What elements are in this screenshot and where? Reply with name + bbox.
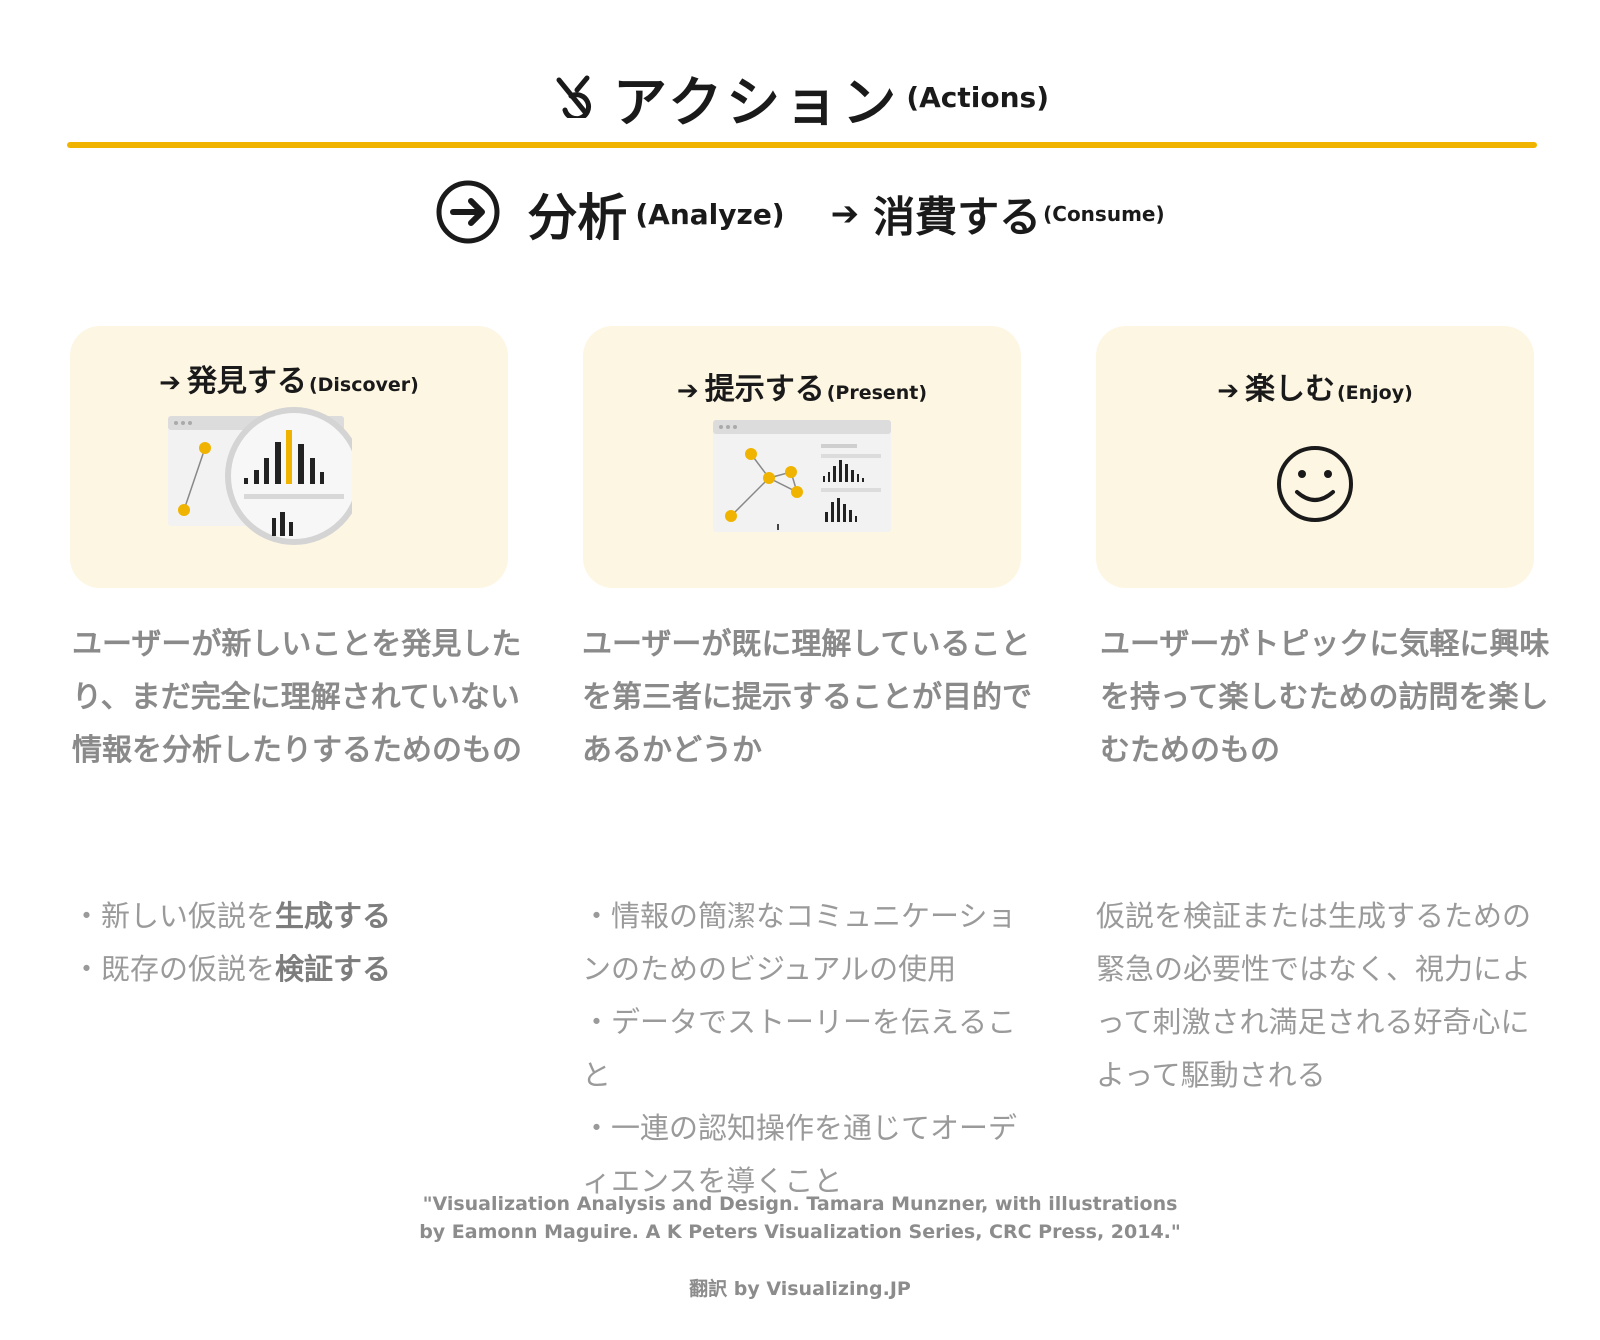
- card-discover: ➔ 発見する (Discover): [70, 326, 508, 588]
- citation: "Visualization Analysis and Design. Tama…: [0, 1190, 1600, 1246]
- magnifier-chart-icon: [168, 407, 352, 545]
- arrow-right-icon: ➔: [159, 368, 181, 398]
- actions-icon: [551, 74, 595, 122]
- list-item: ・新しい仮説を生成する: [72, 899, 392, 933]
- present-bullets: ・情報の簡潔なコミュニケーションのためのビジュアルの使用 ・データでストーリーを…: [582, 890, 1032, 1208]
- arrow-right-icon: ➔: [676, 376, 699, 406]
- discover-bullets: ・新しい仮説を生成する ・既存の仮説を検証する: [72, 890, 522, 996]
- analyze-label-en: (Analyze): [635, 197, 785, 231]
- title-divider: [67, 142, 1537, 148]
- list-item: ・データでストーリーを伝えること: [582, 1005, 1017, 1092]
- list-item: ・既存の仮説を検証する: [72, 952, 392, 986]
- list-item: ・情報の簡潔なコミュニケーションのためのビジュアルの使用: [582, 899, 1017, 986]
- page-title: アクション (Actions): [0, 58, 1600, 137]
- card-title: ➔ 楽しむ (Enjoy): [1217, 372, 1413, 407]
- card-present: ➔ 提示する (Present): [583, 326, 1021, 588]
- title-en: (Actions): [906, 81, 1049, 114]
- arrow-right-icon: ➔: [830, 194, 860, 234]
- title-jp: アクション: [613, 71, 901, 134]
- circle-arrow-right-icon: [435, 179, 501, 249]
- smiley-face-icon: [1277, 446, 1353, 522]
- consume-label-en: (Consume): [1043, 202, 1165, 226]
- analyze-label-jp: 分析: [527, 189, 628, 247]
- present-description: ユーザーが既に理解していることを第三者に提示することが目的であるかどうか: [582, 627, 1032, 768]
- presentation-window-icon: [713, 420, 891, 532]
- card-title: ➔ 発見する (Discover): [159, 364, 419, 399]
- citation-line: by Eamonn Maguire. A K Peters Visualizat…: [419, 1221, 1181, 1243]
- enjoy-body: 仮説を検証または生成するための緊急の必要性ではなく、視力によって刺激され満足され…: [1096, 899, 1532, 1092]
- card-enjoy: ➔ 楽しむ (Enjoy): [1096, 326, 1534, 588]
- card-title: ➔ 提示する (Present): [676, 372, 928, 407]
- citation-line: "Visualization Analysis and Design. Tama…: [422, 1193, 1178, 1215]
- enjoy-description: ユーザーがトピックに気軽に興味を持って楽しむための訪問を楽しむためのもの: [1100, 627, 1550, 768]
- consume-label-jp: 消費する: [873, 192, 1042, 242]
- discover-description: ユーザーが新しいことを発見したり、まだ完全に理解されていない情報を分析したりする…: [72, 627, 522, 768]
- translation-credit: 翻訳 by Visualizing.JP: [689, 1278, 911, 1300]
- subheader: 分析 (Analyze) ➔ 消費する (Consume): [0, 178, 1600, 250]
- arrow-right-icon: ➔: [1217, 376, 1239, 406]
